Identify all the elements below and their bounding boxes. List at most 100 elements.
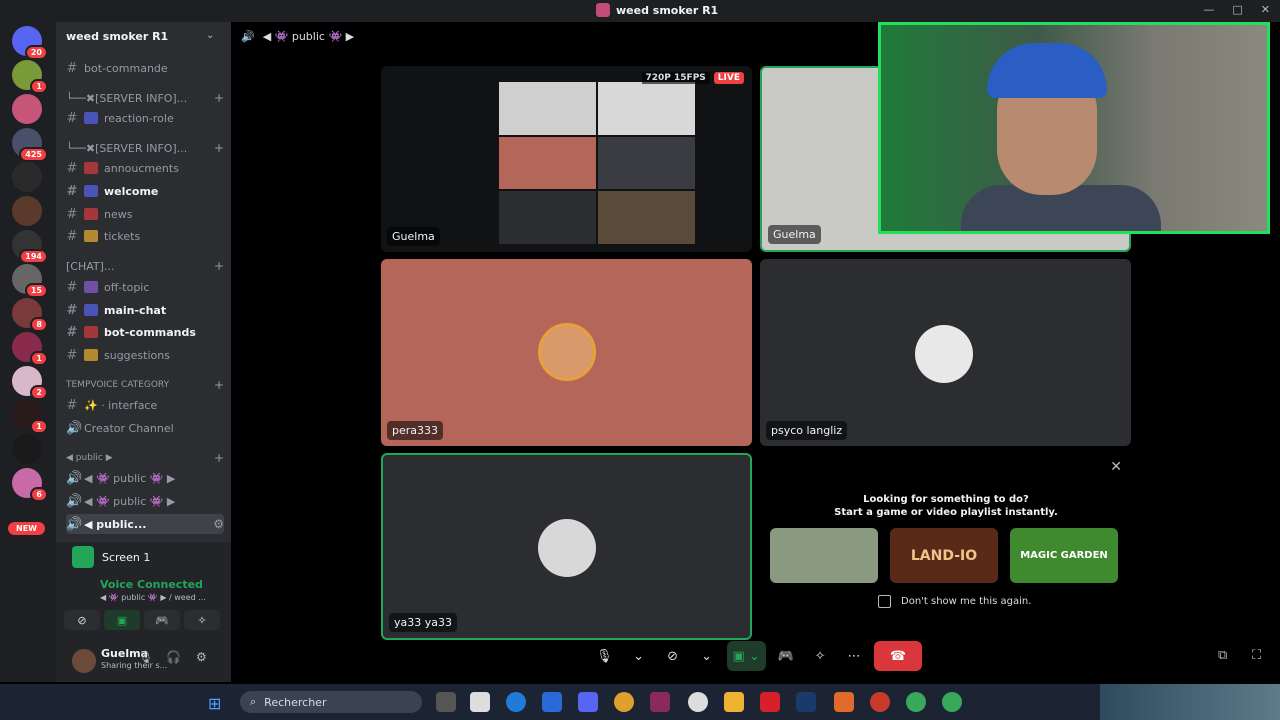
participant-tile[interactable]: pera333 [381,259,752,446]
channel-item[interactable]: # welcome [66,181,224,201]
discord-icon[interactable] [578,692,598,712]
category-item[interactable]: TEMPVOICE CATEGORY + [66,375,224,395]
server-icon[interactable]: 425 [12,128,48,162]
plus-icon[interactable]: + [214,141,224,155]
activity-button[interactable]: 🎮 [772,641,800,671]
edge-icon[interactable] [506,692,526,712]
soundboard-button[interactable]: ✧ [806,641,834,671]
screen-share-tile[interactable]: 720P 15FPS LIVE Guelma [381,66,752,252]
maximize-button[interactable]: □ [1232,3,1242,16]
server-icon[interactable]: 1 [12,332,48,366]
screen-share-row[interactable]: Screen 1 [72,546,150,568]
plus-icon[interactable]: + [214,378,224,392]
mic-icon[interactable]: 🎙 [138,650,153,664]
voice-channel-item-active[interactable]: 🔊 ◀ public... ⚙ [66,514,224,534]
server-icon[interactable] [12,162,42,192]
plus-icon[interactable]: + [214,451,224,465]
popout-icon[interactable]: ⧉ [1218,648,1227,663]
category-item[interactable]: [CHAT]... + [66,256,224,276]
file-icon[interactable] [470,692,490,712]
windows-start-icon[interactable]: ⊞ [208,694,226,713]
steam-icon[interactable] [796,692,816,712]
voice-channel-item[interactable]: 🔊 Creator Channel [66,418,224,438]
search-input[interactable]: ⌕ Rechercher [240,691,422,713]
activity-button[interactable]: 🎮 [144,610,180,630]
server-icon[interactable]: 1 [12,60,48,94]
game-card[interactable]: LAND-IO [890,528,998,583]
webcam-overlay [878,22,1270,234]
channel-item[interactable]: # suggestions [66,345,224,365]
dont-show-checkbox[interactable] [878,595,891,608]
chrome-icon[interactable] [614,692,634,712]
server-icon[interactable]: 1 [12,400,48,434]
app-icon[interactable] [834,692,854,712]
camera-off-button[interactable]: ⊘ [64,610,100,630]
store-icon[interactable] [542,692,562,712]
folder-icon[interactable] [724,692,744,712]
game-label: MAGIC GARDEN [1020,550,1108,561]
server-icon[interactable] [12,196,42,226]
server-badge: 1 [30,351,48,366]
app-icon[interactable] [650,692,670,712]
category-item[interactable]: ◀ public ▶ + [66,448,224,468]
game-card[interactable] [770,528,878,583]
voice-channel-item[interactable]: 🔊 ◀ 👾 public 👾 ▶ [66,468,224,488]
channel-item[interactable]: # tickets [66,226,224,246]
mic-button[interactable]: 🎙 [590,641,619,671]
fullscreen-icon[interactable]: ⛶ [1252,648,1261,663]
soundboard-button[interactable]: ✧ [184,610,220,630]
illustrator-icon[interactable] [760,692,780,712]
participant-tile[interactable]: ya33 ya33 [381,453,752,640]
dont-show-checkbox-row[interactable]: Don't show me this again. [878,595,1031,608]
voice-channel-item[interactable]: 🔊 ◀ 👾 public 👾 ▶ [66,491,224,511]
screen-share-button[interactable]: ▣ [104,610,140,630]
participant-tile[interactable]: psyco langliz [760,259,1131,446]
hash-icon: # [66,110,78,126]
chevron-down-icon[interactable]: ⌄ [693,641,721,671]
chevron-down-icon[interactable]: ⌄ [206,30,214,41]
plus-icon[interactable]: + [214,259,224,273]
server-icon[interactable]: 6 [12,468,48,502]
server-icon[interactable] [12,94,42,124]
channel-item[interactable]: # off-topic [66,277,224,297]
more-button[interactable]: ⋯ [840,641,868,671]
avatar[interactable] [72,649,96,673]
server-icon[interactable] [12,434,42,464]
server-icon[interactable]: 194 [12,230,48,264]
channel-item[interactable]: # bot-commande [66,58,224,78]
voice-status[interactable]: Voice Connected [100,578,203,591]
channel-item[interactable]: # reaction-role [66,108,224,128]
channel-item[interactable]: # bot-commands [66,322,224,342]
close-button[interactable]: ✕ [1261,3,1270,16]
chevron-down-icon[interactable]: ⌄ [625,641,653,671]
chrome-icon[interactable] [942,692,962,712]
hang-up-button[interactable]: ☎ [874,641,923,671]
new-servers-pill[interactable]: NEW [8,522,45,535]
minimize-button[interactable]: — [1203,3,1214,16]
category-item[interactable]: └──✖[SERVER INFO]... + [66,88,224,108]
plus-icon[interactable]: + [214,91,224,105]
headphones-icon[interactable]: 🎧 [166,650,181,664]
app-icon[interactable] [688,692,708,712]
chrome-icon[interactable] [906,692,926,712]
app-icon[interactable] [870,692,890,712]
settings-icon[interactable]: ⚙ [213,517,224,531]
channel-item[interactable]: # ✨ · interface [66,395,224,415]
server-icon[interactable]: 8 [12,298,48,332]
voice-panel: Screen 1 Voice Connected ◀ 👾 public 👾 ▶ … [56,542,231,682]
user-status: Sharing their s... [101,661,168,670]
home-button[interactable]: 20 [12,26,48,60]
server-icon[interactable]: 15 [12,264,48,298]
category-item[interactable]: └──✖[SERVER INFO]... + [66,138,224,158]
camera-button[interactable]: ⊘ [659,641,687,671]
close-icon[interactable]: ✕ [1110,459,1122,475]
channel-item[interactable]: # main-chat [66,300,224,320]
gear-icon[interactable]: ⚙ [196,650,207,664]
screen-share-button[interactable]: ▣ ⌄ [726,641,766,671]
channel-item[interactable]: # annoucments [66,158,224,178]
channel-item[interactable]: # news [66,204,224,224]
server-icon[interactable]: 2 [12,366,48,400]
guild-name[interactable]: weed smoker R1 [66,30,168,43]
taskview-icon[interactable] [436,692,456,712]
game-card[interactable]: MAGIC GARDEN [1010,528,1118,583]
